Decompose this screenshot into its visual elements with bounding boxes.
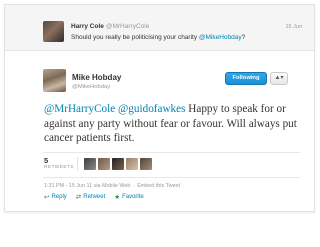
favorite-button[interactable]: ★ Favorite	[114, 193, 144, 201]
tweet-actions: ↩ Reply ⇄ Retweet ★ Favorite	[44, 193, 144, 201]
retweeter-avatar[interactable]	[112, 158, 124, 170]
context-tweet-text: Should you really be politicising your c…	[71, 34, 245, 41]
embed-tweet-link[interactable]: Embed this Tweet	[137, 183, 180, 189]
retweet-label[interactable]: RETWEETS	[44, 165, 74, 170]
context-mention-link[interactable]: @MikeHobday	[199, 34, 242, 41]
mention-link[interactable]: @MrHarryCole	[44, 103, 115, 115]
following-button[interactable]: Following	[225, 72, 267, 85]
author-handle[interactable]: @MikeHobday	[72, 84, 110, 90]
context-timestamp[interactable]: 15 Jun	[285, 24, 302, 30]
divider	[77, 157, 78, 171]
user-menu-icon: ▲▾	[274, 75, 284, 81]
tweet-timestamp[interactable]: 1:31 PM - 15 Jun 11 via Mobile Web	[44, 183, 130, 189]
context-text-prefix: Should you really be politicising your c…	[71, 34, 199, 41]
divider	[43, 152, 300, 153]
divider	[43, 177, 300, 178]
avatar[interactable]	[43, 21, 64, 42]
retweet-label: Retweet	[83, 194, 106, 200]
user-actions-button[interactable]: ▲▾	[270, 72, 288, 85]
reply-label: Reply	[51, 194, 67, 200]
retweeter-avatar[interactable]	[140, 158, 152, 170]
favorite-label: Favorite	[122, 194, 144, 200]
retweeter-avatars	[84, 158, 152, 170]
tweet-meta: 1:31 PM - 15 Jun 11 via Mobile Web · Emb…	[44, 183, 180, 189]
reply-button[interactable]: ↩ Reply	[44, 193, 67, 201]
author-name[interactable]: Mike Hobday	[72, 73, 121, 82]
context-author-name[interactable]: Harry Cole	[71, 23, 104, 30]
mention-link[interactable]: @guidofawkes	[118, 103, 185, 115]
retweet-count[interactable]: 5	[44, 156, 48, 165]
retweeter-avatar[interactable]	[84, 158, 96, 170]
retweet-button[interactable]: ⇄ Retweet	[76, 193, 105, 201]
retweet-icon: ⇄	[75, 194, 82, 201]
context-author: Harry Cole @MrHarryCole	[71, 23, 149, 30]
retweeter-avatar[interactable]	[98, 158, 110, 170]
tweet-card: Harry Cole @MrHarryCole 15 Jun Should you…	[4, 4, 315, 212]
author-avatar[interactable]	[43, 69, 66, 92]
tweet-text: @MrHarryCole @guidofawkes Happy to speak…	[44, 102, 314, 146]
context-text-suffix: ?	[241, 34, 246, 41]
context-author-handle[interactable]: @MrHarryCole	[106, 23, 149, 30]
retweeter-avatar[interactable]	[126, 158, 138, 170]
reply-icon: ↩	[44, 194, 50, 201]
star-icon: ★	[114, 194, 121, 201]
reply-context-tweet[interactable]: Harry Cole @MrHarryCole 15 Jun Should you…	[5, 5, 314, 51]
